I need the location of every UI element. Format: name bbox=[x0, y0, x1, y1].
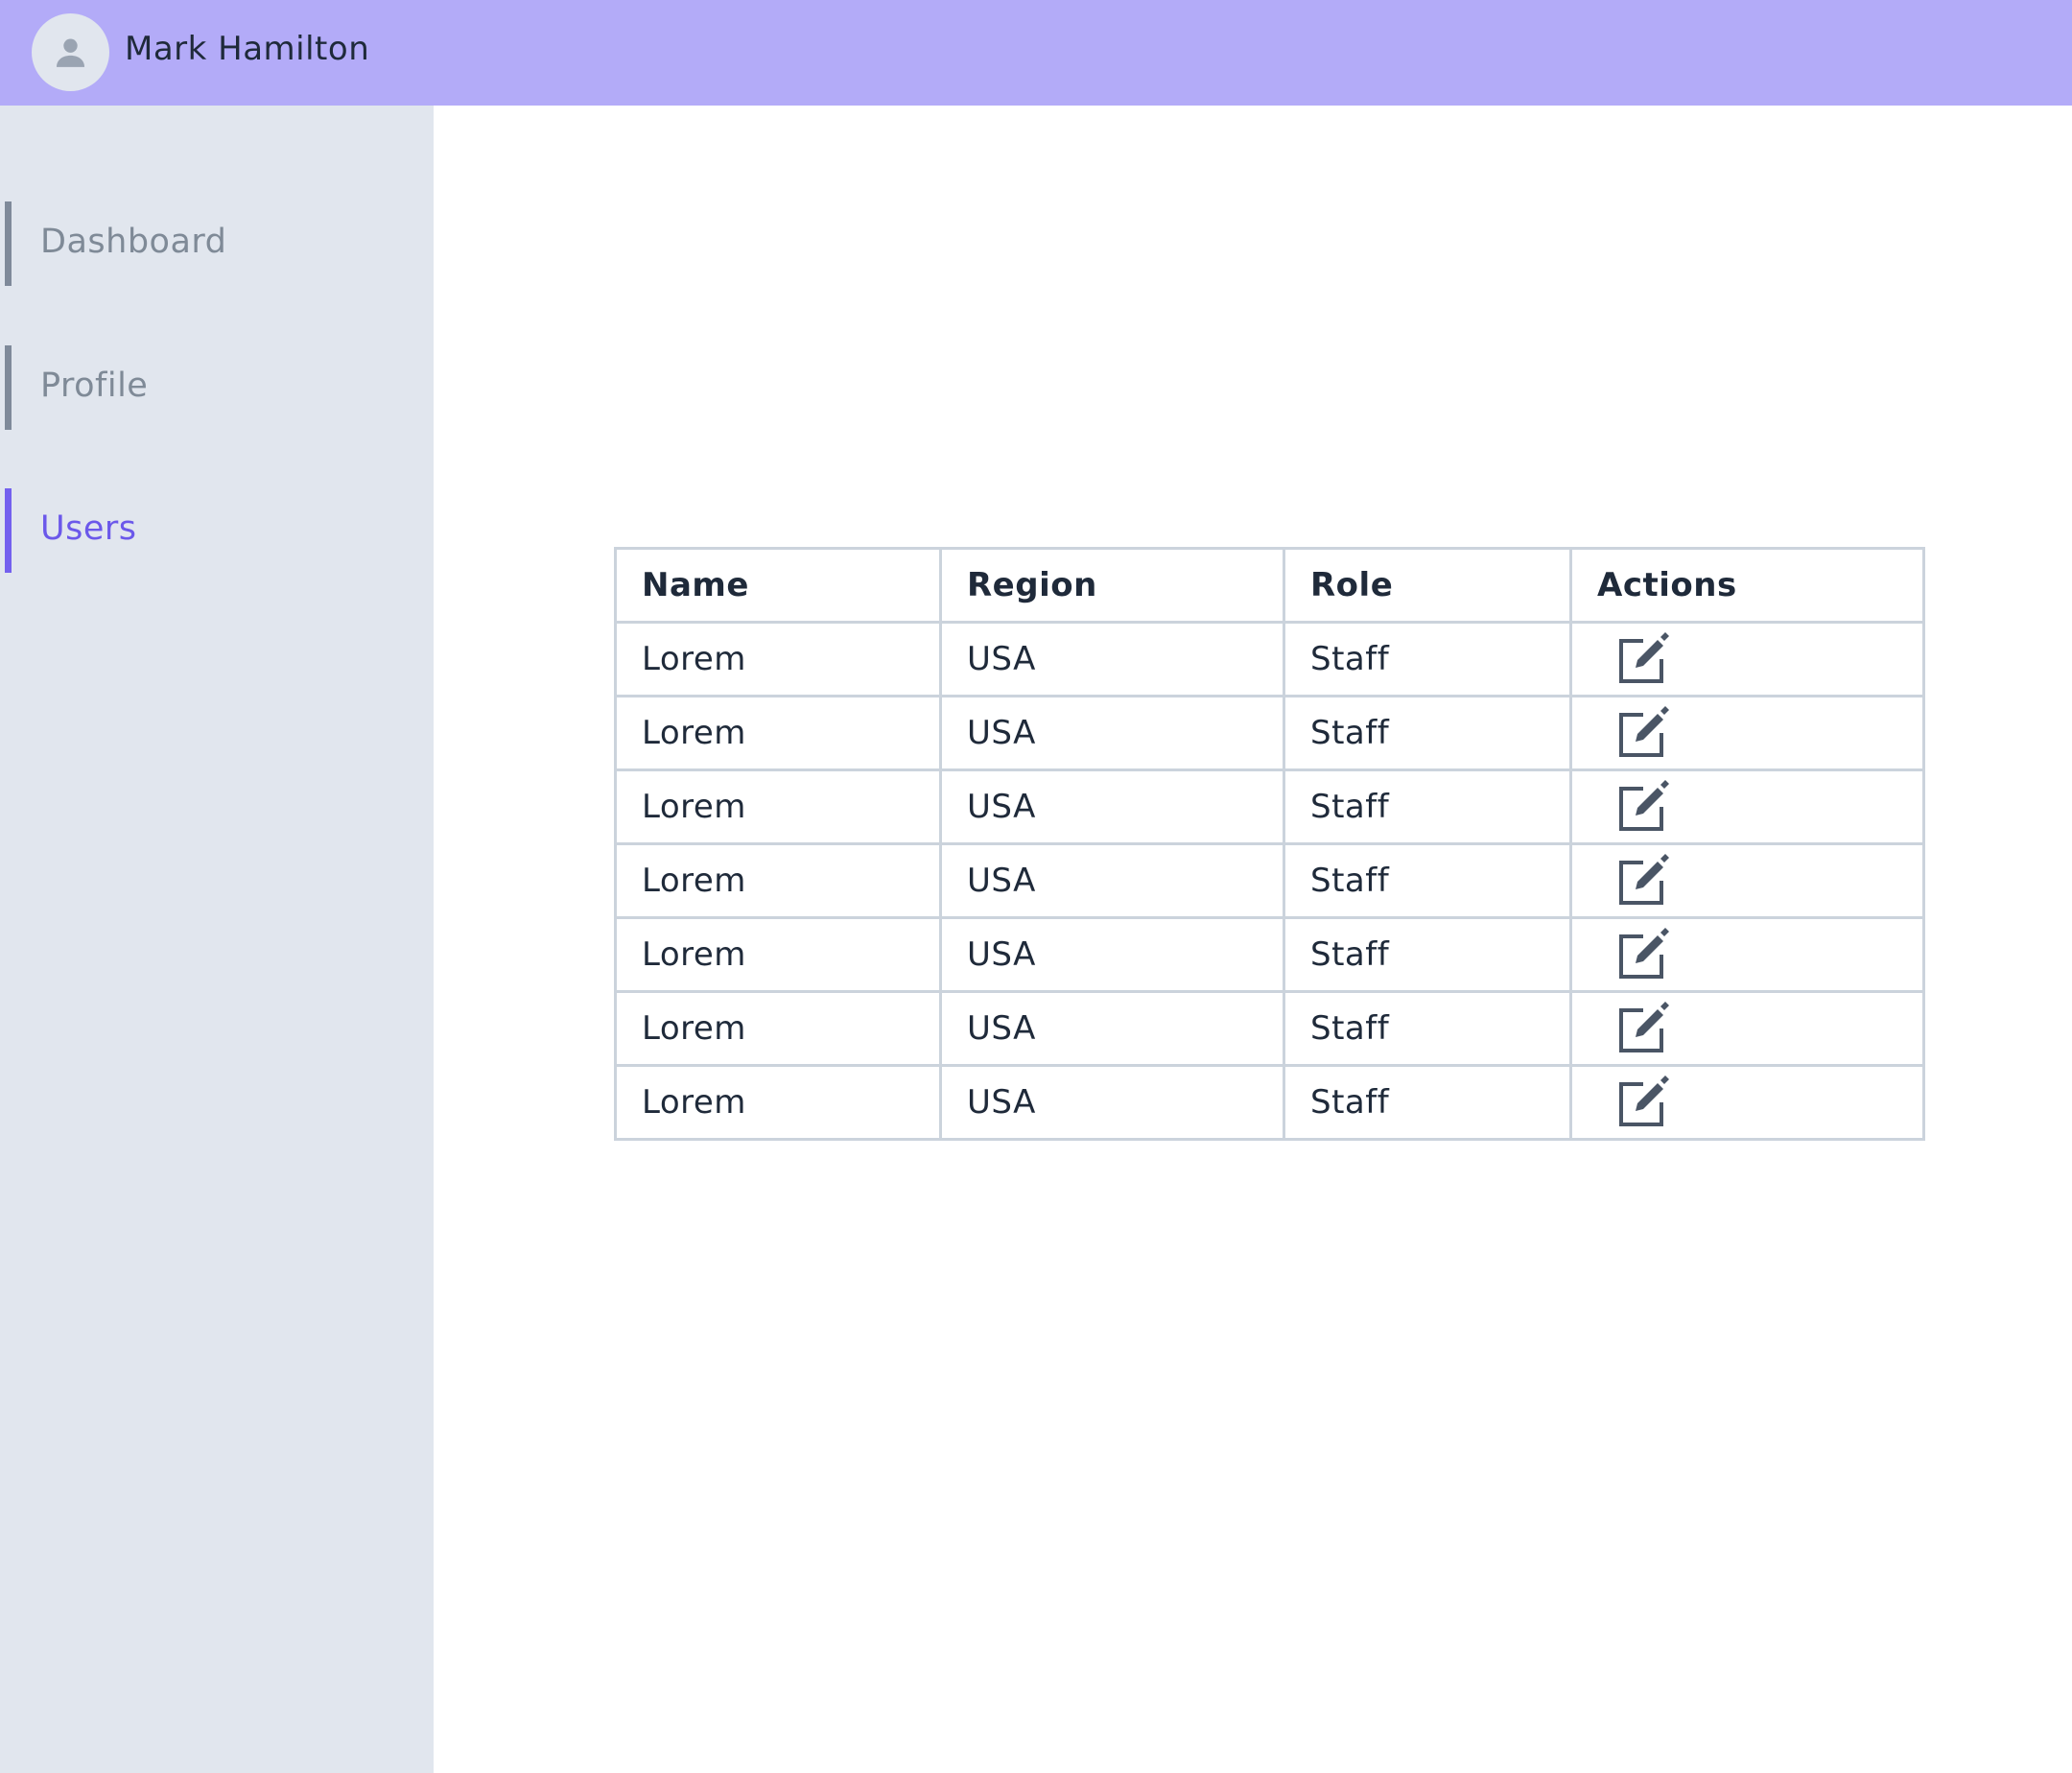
user-icon bbox=[56, 38, 85, 67]
cell-region: USA bbox=[939, 621, 1285, 697]
edit-icon[interactable] bbox=[1614, 852, 1672, 910]
cell-name: Lorem bbox=[614, 695, 942, 771]
sidebar-item-label: Profile bbox=[40, 366, 149, 405]
sidebar-item-users[interactable]: Users bbox=[0, 488, 434, 573]
table-row: Lorem USA Staff bbox=[614, 1064, 1925, 1141]
table-row: Lorem USA Staff bbox=[614, 621, 1925, 697]
cell-name: Lorem bbox=[614, 990, 942, 1067]
user-name: Mark Hamilton bbox=[125, 30, 370, 68]
cell-role: Staff bbox=[1283, 621, 1572, 697]
table-row: Lorem USA Staff bbox=[614, 842, 1925, 919]
nav-indicator bbox=[5, 201, 12, 286]
sidebar-item-label: Users bbox=[40, 509, 137, 548]
cell-actions bbox=[1569, 768, 1925, 845]
sidebar-item-label: Dashboard bbox=[40, 223, 227, 261]
edit-icon[interactable] bbox=[1614, 778, 1672, 836]
table-row: Lorem USA Staff bbox=[614, 695, 1925, 771]
sidebar-item-profile[interactable]: Profile bbox=[0, 345, 434, 430]
table-body: Lorem USA Staff Lorem USA Staff Lorem USA Staff L… bbox=[614, 621, 1925, 1141]
column-header-actions: Actions bbox=[1569, 547, 1925, 624]
edit-icon[interactable] bbox=[1614, 926, 1672, 983]
cell-role: Staff bbox=[1283, 768, 1572, 845]
table-row: Lorem USA Staff bbox=[614, 990, 1925, 1067]
cell-actions bbox=[1569, 990, 1925, 1067]
cell-actions bbox=[1569, 621, 1925, 697]
edit-icon[interactable] bbox=[1614, 630, 1672, 688]
cell-actions bbox=[1569, 842, 1925, 919]
column-header-role: Role bbox=[1283, 547, 1572, 624]
table-header-row: Name Region Role Actions bbox=[614, 547, 1925, 624]
edit-icon[interactable] bbox=[1614, 1074, 1672, 1131]
top-bar: Mark Hamilton bbox=[0, 0, 2072, 106]
cell-role: Staff bbox=[1283, 695, 1572, 771]
cell-region: USA bbox=[939, 768, 1285, 845]
cell-actions bbox=[1569, 1064, 1925, 1141]
edit-icon[interactable] bbox=[1614, 1000, 1672, 1057]
cell-region: USA bbox=[939, 916, 1285, 993]
nav-indicator bbox=[5, 488, 12, 573]
cell-role: Staff bbox=[1283, 916, 1572, 993]
cell-region: USA bbox=[939, 695, 1285, 771]
users-table-container: Name Region Role Actions Lorem USA Staff Lo… bbox=[614, 547, 1925, 1141]
column-header-name: Name bbox=[614, 547, 942, 624]
avatar[interactable] bbox=[32, 13, 109, 91]
cell-name: Lorem bbox=[614, 916, 942, 993]
cell-role: Staff bbox=[1283, 990, 1572, 1067]
cell-region: USA bbox=[939, 990, 1285, 1067]
sidebar: Dashboard Profile Users bbox=[0, 106, 434, 1773]
cell-region: USA bbox=[939, 842, 1285, 919]
sidebar-item-dashboard[interactable]: Dashboard bbox=[0, 201, 434, 286]
cell-name: Lorem bbox=[614, 768, 942, 845]
edit-icon[interactable] bbox=[1614, 704, 1672, 762]
cell-name: Lorem bbox=[614, 621, 942, 697]
users-table: Name Region Role Actions Lorem USA Staff Lo… bbox=[614, 547, 1925, 1141]
cell-actions bbox=[1569, 916, 1925, 993]
table-row: Lorem USA Staff bbox=[614, 768, 1925, 845]
cell-role: Staff bbox=[1283, 1064, 1572, 1141]
cell-role: Staff bbox=[1283, 842, 1572, 919]
cell-region: USA bbox=[939, 1064, 1285, 1141]
cell-name: Lorem bbox=[614, 1064, 942, 1141]
cell-actions bbox=[1569, 695, 1925, 771]
nav-indicator bbox=[5, 345, 12, 430]
cell-name: Lorem bbox=[614, 842, 942, 919]
column-header-region: Region bbox=[939, 547, 1285, 624]
table-row: Lorem USA Staff bbox=[614, 916, 1925, 993]
